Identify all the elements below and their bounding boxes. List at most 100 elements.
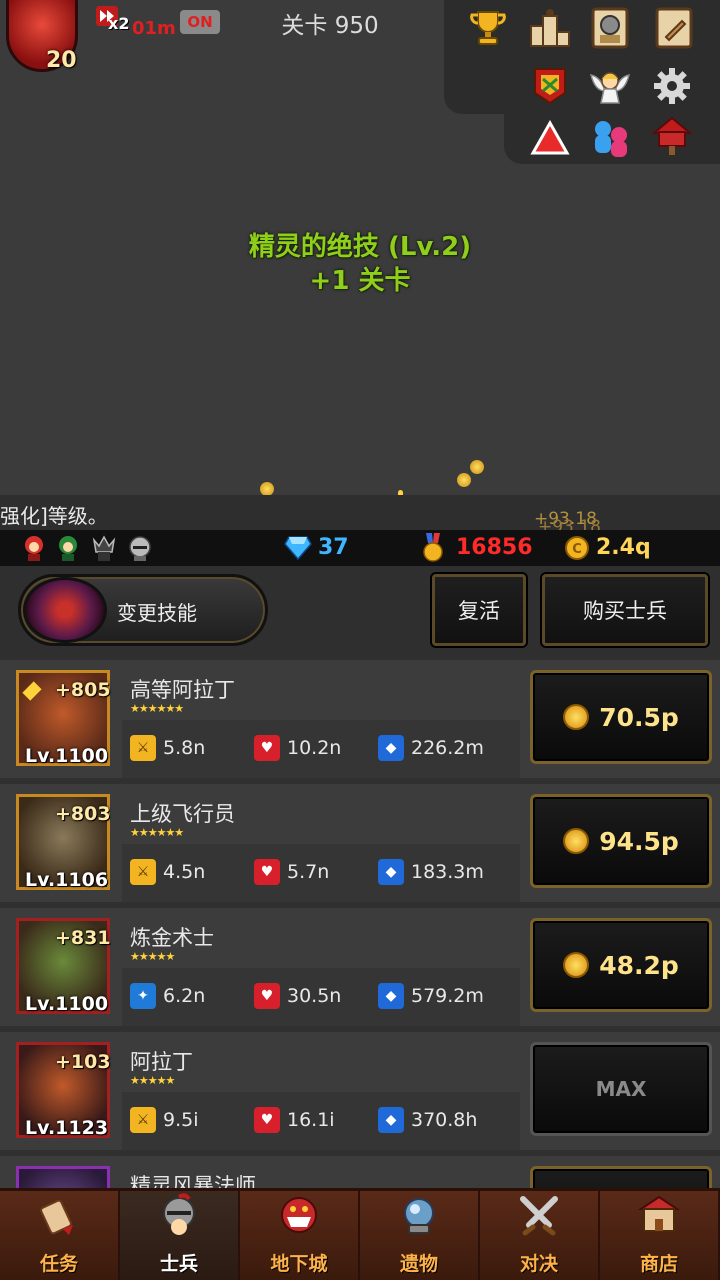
soldier-portrait[interactable]: +805 Lv.1100 — [16, 670, 111, 767]
upgrade-button[interactable]: 70.5p — [530, 670, 712, 764]
guild-banner-icon[interactable] — [526, 62, 574, 110]
soldier-helmet-icon — [157, 1193, 201, 1247]
upgrade-max-button[interactable]: MAX — [530, 1042, 712, 1136]
party-hero-dark-icon — [90, 533, 118, 563]
gear-icon[interactable] — [648, 62, 696, 110]
soldier-stars: ★★★★★★ — [130, 702, 184, 715]
player-avatar[interactable]: 20 — [0, 0, 84, 80]
gold-count: 2.4q — [596, 535, 651, 560]
soldier-level: Lv.1100 — [25, 993, 109, 1015]
soldier-stars: ★★★★★★ — [130, 826, 184, 839]
upgrade-button[interactable]: 48.2p — [530, 918, 712, 1012]
medal-icon — [422, 533, 444, 567]
dropped-coin — [260, 482, 274, 496]
buy-soldier-button[interactable]: 购买士兵 — [542, 574, 708, 646]
rank-gem-icon — [22, 681, 42, 701]
tab-soldiers[interactable]: 士兵 — [120, 1191, 240, 1280]
demon-eye-skill-icon — [23, 577, 107, 643]
soldier-portrait[interactable]: +831 Lv.1100 — [16, 918, 111, 1015]
quest-book-icon[interactable] — [650, 4, 698, 52]
gold-coin-icon — [563, 952, 590, 978]
soldier-stars: ★★★★★ — [130, 950, 175, 963]
crossed-swords-icon — [517, 1193, 561, 1247]
player-level: 20 — [46, 48, 77, 73]
knight-portrait-icon[interactable] — [586, 4, 634, 52]
soldier-name: 上级飞行员 — [130, 802, 235, 826]
health-value: 5.7n — [287, 861, 330, 883]
shield-icon: ◆ — [378, 1107, 404, 1133]
speed-multiplier: x2 — [108, 14, 130, 33]
skill-notification-title: 精灵的绝技 (Lv.2) — [248, 232, 472, 262]
party-hero-red-icon — [20, 533, 48, 563]
dungeon-monster-icon — [277, 1193, 321, 1247]
defense-value: 226.2m — [411, 737, 484, 759]
game-field: 20 x2 01m ON 关卡 950 精灵的绝技 (Lv.2) +1 关卡 — [0, 0, 720, 502]
soldier-row: +803 Lv.1106 上级飞行员 ★★★★★★ ⚔ 4.5n ♥ 5.7n ◆ 1… — [0, 784, 720, 902]
sword-icon: ⚔ — [130, 1107, 156, 1133]
upgrade-button[interactable] — [530, 1166, 712, 1188]
angel-icon[interactable] — [586, 62, 634, 110]
stage-title: 关卡 950 — [281, 13, 379, 39]
tab-shop[interactable]: 商店 — [600, 1191, 720, 1280]
magic-wand-icon: ✦ — [130, 983, 156, 1009]
trophy-icon[interactable] — [464, 4, 512, 52]
revive-button[interactable]: 复活 — [432, 574, 526, 646]
soldier-list: +805 Lv.1100 高等阿拉丁 ★★★★★★ ⚔ 5.8n ♥ 10.2n ◆… — [0, 656, 720, 1188]
tab-relics[interactable]: 遗物 — [360, 1191, 480, 1280]
soldier-stars: ★★★★★ — [130, 1074, 175, 1087]
skill-notification: 精灵的绝技 (Lv.2) +1 关卡 — [180, 230, 540, 298]
resource-bar: 37 16856 C 2.4q — [0, 530, 720, 566]
speed-remaining-time: 01m — [132, 18, 176, 39]
soldier-portrait[interactable]: +803 Lv.1106 — [16, 794, 111, 891]
heart-icon: ♥ — [254, 983, 280, 1009]
message-ticker: 强化]等级。 +93.18 +93.18 — [0, 495, 720, 537]
soldier-level: Lv.1106 — [25, 869, 109, 891]
tab-label: 地下城 — [270, 1253, 328, 1275]
attack-value: 4.5n — [163, 861, 206, 883]
upgrade-price: 94.5p — [599, 826, 679, 856]
soldier-row: +805 Lv.1100 高等阿拉丁 ★★★★★★ ⚔ 5.8n ♥ 10.2n ◆… — [0, 660, 720, 778]
mailbox-icon[interactable] — [648, 112, 696, 160]
upgrade-max-label: MAX — [595, 1077, 647, 1101]
tab-dungeon[interactable]: 地下城 — [240, 1191, 360, 1280]
upgrade-price: 48.2p — [599, 950, 679, 980]
shop-icon — [637, 1193, 681, 1247]
dropped-coin — [470, 460, 484, 474]
soldier-portrait[interactable] — [16, 1166, 110, 1188]
soldier-controls: 变更技能 复活 购买士兵 — [0, 566, 720, 656]
defense-stat: ◆ 370.8h — [378, 1107, 477, 1133]
tab-label: 对决 — [519, 1253, 558, 1275]
soldier-name: 阿拉丁 — [130, 1050, 193, 1074]
tab-duel[interactable]: 对决 — [480, 1191, 600, 1280]
scroll-icon — [37, 1193, 81, 1247]
soldier-row: +103 Lv.1123 阿拉丁 ★★★★★ ⚔ 9.5i ♥ 16.1i ◆ 370… — [0, 1032, 720, 1150]
health-value: 30.5n — [287, 985, 342, 1007]
change-skill-label: 变更技能 — [117, 601, 197, 625]
attack-value: 9.5i — [163, 1109, 199, 1131]
health-value: 16.1i — [287, 1109, 335, 1131]
party-hero-elf-icon — [54, 533, 82, 563]
ranking-podium-icon[interactable] — [526, 4, 574, 52]
soldier-row: +831 Lv.1100 炼金术士 ★★★★★ ✦ 6.2n ♥ 30.5n ◆ 57… — [0, 908, 720, 1026]
soldier-bonus: +803 — [55, 803, 111, 825]
speed-toggle[interactable]: ON — [180, 10, 220, 34]
tab-label: 商店 — [639, 1253, 678, 1275]
friends-icon[interactable] — [588, 114, 636, 162]
tab-quests[interactable]: 任务 — [0, 1191, 120, 1280]
bottom-nav: 任务 士兵 地下城 遗物 对决 商店 — [0, 1188, 720, 1280]
upgrade-price: 70.5p — [599, 702, 679, 732]
defense-stat: ◆ 226.2m — [378, 735, 484, 761]
warning-triangle-icon[interactable] — [526, 114, 574, 162]
upgrade-button[interactable]: 94.5p — [530, 794, 712, 888]
soldier-level: Lv.1100 — [25, 745, 109, 767]
soldier-portrait[interactable]: +103 Lv.1123 — [16, 1042, 111, 1139]
gem-icon — [284, 535, 312, 565]
change-skill-button[interactable]: 变更技能 — [18, 574, 268, 646]
party-hero-knight-icon — [126, 533, 154, 563]
skill-notification-reward: +1 关卡 — [309, 266, 411, 296]
gold-coin-icon — [563, 828, 590, 854]
health-stat: ♥ 16.1i — [254, 1107, 335, 1133]
health-value: 10.2n — [287, 737, 342, 759]
health-stat: ♥ 5.7n — [254, 859, 329, 885]
attack-stat: ⚔ 9.5i — [130, 1107, 199, 1133]
